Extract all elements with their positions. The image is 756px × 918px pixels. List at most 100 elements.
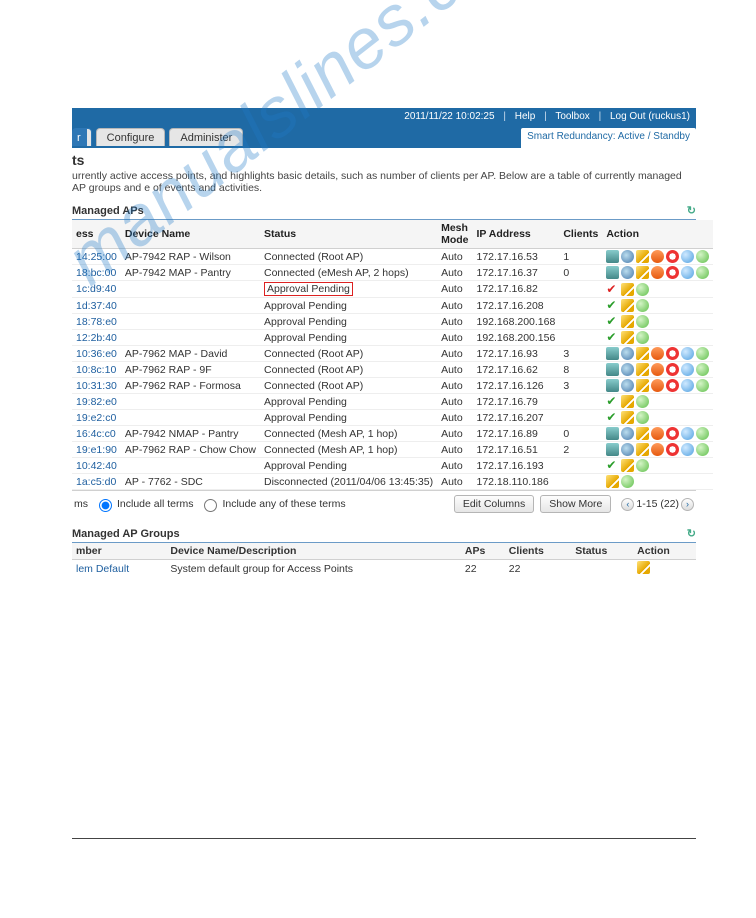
gcol-name[interactable]: Device Name/Description	[166, 543, 461, 560]
allow-icon[interactable]	[606, 315, 619, 328]
edit-icon[interactable]	[621, 283, 634, 296]
mac-cell[interactable]: 10:31:30	[72, 378, 121, 394]
chart-icon[interactable]	[606, 363, 619, 376]
col-action[interactable]: Action	[602, 220, 713, 249]
edit-icon[interactable]	[621, 331, 634, 344]
gcol-aps[interactable]: APs	[461, 543, 505, 560]
mesh-node-icon[interactable]	[696, 347, 709, 360]
refresh-icon[interactable]: ↻	[687, 527, 696, 540]
mesh-node-icon[interactable]	[681, 379, 694, 392]
table-row[interactable]: 18:78:e0Approval PendingAuto192.168.200.…	[72, 314, 713, 330]
chart-icon[interactable]	[606, 266, 619, 279]
col-device[interactable]: Device Name	[121, 220, 260, 249]
join-icon[interactable]	[636, 459, 649, 472]
mesh-node-icon[interactable]	[681, 427, 694, 440]
mac-cell[interactable]: 14:25:00	[72, 249, 121, 265]
join-icon[interactable]	[636, 331, 649, 344]
edit-icon[interactable]	[621, 299, 634, 312]
mac-cell[interactable]: 10:36:e0	[72, 346, 121, 362]
chart-icon[interactable]	[606, 443, 619, 456]
globe-icon[interactable]	[621, 443, 634, 456]
chart-icon[interactable]	[606, 427, 619, 440]
table-row[interactable]: 10:8c:10AP-7962 RAP - 9FConnected (Root …	[72, 362, 713, 378]
mac-cell[interactable]: 19:e1:90	[72, 442, 121, 458]
col-ip[interactable]: IP Address	[473, 220, 560, 249]
chart-icon[interactable]	[606, 379, 619, 392]
mesh-node-icon[interactable]	[681, 443, 694, 456]
include-any-radio[interactable]: Include any of these terms	[199, 496, 345, 512]
mesh-node-icon[interactable]	[696, 379, 709, 392]
mac-cell[interactable]: 18:bc:00	[72, 265, 121, 281]
logout-link[interactable]: Log Out (ruckus1)	[610, 111, 690, 122]
mac-cell[interactable]: 1c:d9:40	[72, 281, 121, 298]
join-icon[interactable]	[636, 299, 649, 312]
allow-icon[interactable]	[606, 459, 619, 472]
block-icon[interactable]	[666, 250, 679, 263]
table-row[interactable]: 14:25:00AP-7942 RAP - WilsonConnected (R…	[72, 249, 713, 265]
mac-cell[interactable]: 10:42:40	[72, 458, 121, 474]
recover-icon[interactable]	[651, 266, 664, 279]
edit-icon[interactable]	[621, 315, 634, 328]
refresh-icon[interactable]: ↻	[687, 204, 696, 217]
table-row[interactable]: 19:e2:c0Approval PendingAuto172.17.16.20…	[72, 410, 713, 426]
page-prev-icon[interactable]: ‹	[621, 498, 634, 511]
group-row[interactable]: lem DefaultSystem default group for Acce…	[72, 560, 696, 579]
globe-icon[interactable]	[621, 363, 634, 376]
toolbox-link[interactable]: Toolbox	[555, 111, 589, 122]
edit-icon[interactable]	[621, 395, 634, 408]
mac-cell[interactable]: 1a:c5:d0	[72, 474, 121, 490]
allow-icon[interactable]	[606, 299, 619, 312]
allow-icon[interactable]	[606, 283, 619, 296]
edit-icon[interactable]	[606, 475, 619, 488]
gcol-number[interactable]: mber	[72, 543, 166, 560]
allow-icon[interactable]	[606, 331, 619, 344]
mesh-node-icon[interactable]	[696, 266, 709, 279]
table-row[interactable]: 18:bc:00AP-7942 MAP - PantryConnected (e…	[72, 265, 713, 281]
table-row[interactable]: 12:2b:40Approval PendingAuto192.168.200.…	[72, 330, 713, 346]
mac-cell[interactable]: 18:78:e0	[72, 314, 121, 330]
mac-cell[interactable]: 19:82:e0	[72, 394, 121, 410]
table-row[interactable]: 1c:d9:40Approval PendingAuto172.17.16.82	[72, 281, 713, 298]
recover-icon[interactable]	[651, 347, 664, 360]
join-icon[interactable]	[636, 411, 649, 424]
table-row[interactable]: 1d:37:40Approval PendingAuto172.17.16.20…	[72, 298, 713, 314]
join-icon[interactable]	[621, 475, 634, 488]
col-clients[interactable]: Clients	[559, 220, 602, 249]
table-row[interactable]: 10:36:e0AP-7962 MAP - DavidConnected (Ro…	[72, 346, 713, 362]
chart-icon[interactable]	[606, 347, 619, 360]
mac-cell[interactable]: 16:4c:c0	[72, 426, 121, 442]
mesh-node-icon[interactable]	[681, 266, 694, 279]
mesh-node-icon[interactable]	[696, 250, 709, 263]
table-row[interactable]: 19:e1:90AP-7962 RAP - Chow ChowConnected…	[72, 442, 713, 458]
table-row[interactable]: 16:4c:c0AP-7942 NMAP - PantryConnected (…	[72, 426, 713, 442]
include-all-input[interactable]	[99, 499, 112, 512]
mac-cell[interactable]: 19:e2:c0	[72, 410, 121, 426]
mac-cell[interactable]: 12:2b:40	[72, 330, 121, 346]
tab-administer[interactable]: Administer	[169, 128, 243, 146]
chart-icon[interactable]	[606, 250, 619, 263]
recover-icon[interactable]	[651, 363, 664, 376]
table-row[interactable]: 19:82:e0Approval PendingAuto172.17.16.79	[72, 394, 713, 410]
edit-icon[interactable]	[636, 379, 649, 392]
edit-icon[interactable]	[621, 459, 634, 472]
allow-icon[interactable]	[606, 411, 619, 424]
mesh-node-icon[interactable]	[696, 363, 709, 376]
recover-icon[interactable]	[651, 427, 664, 440]
tab-monitor-fragment[interactable]: r	[72, 128, 92, 146]
join-icon[interactable]	[636, 315, 649, 328]
edit-icon[interactable]	[636, 427, 649, 440]
globe-icon[interactable]	[621, 347, 634, 360]
table-row[interactable]: 1a:c5:d0AP - 7762 - SDCDisconnected (201…	[72, 474, 713, 490]
mesh-node-icon[interactable]	[681, 363, 694, 376]
mesh-node-icon[interactable]	[696, 443, 709, 456]
recover-icon[interactable]	[651, 379, 664, 392]
mac-cell[interactable]: 10:8c:10	[72, 362, 121, 378]
gcol-status[interactable]: Status	[571, 543, 633, 560]
block-icon[interactable]	[666, 363, 679, 376]
gcol-action[interactable]: Action	[633, 543, 696, 560]
block-icon[interactable]	[666, 347, 679, 360]
block-icon[interactable]	[666, 443, 679, 456]
edit-icon[interactable]	[637, 561, 650, 574]
table-row[interactable]: 10:31:30AP-7962 RAP - FormosaConnected (…	[72, 378, 713, 394]
col-mesh[interactable]: Mesh Mode	[437, 220, 472, 249]
